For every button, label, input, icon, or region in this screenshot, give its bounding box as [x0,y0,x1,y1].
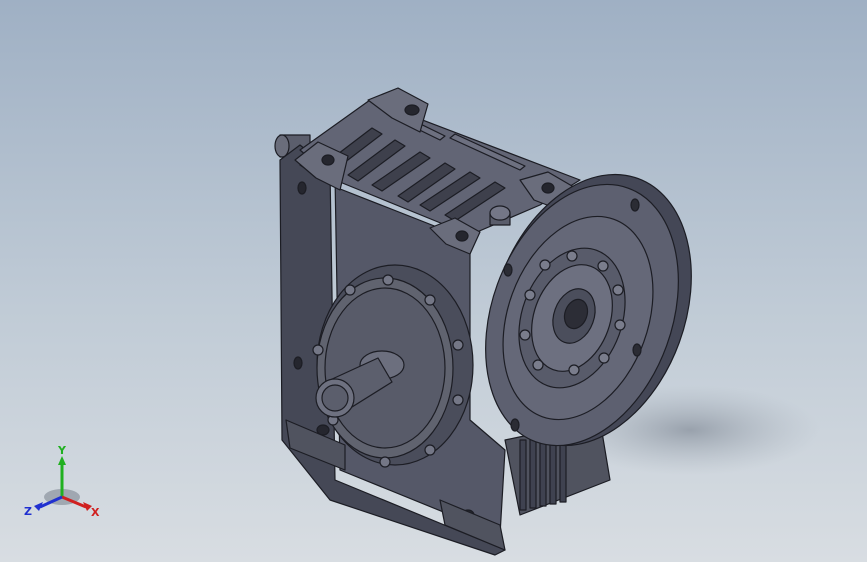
x-axis-label: X [91,506,100,519]
graphics-viewport[interactable]: Y X Z [0,0,867,562]
y-axis-arrow [58,456,66,465]
y-axis-label: Y [57,445,67,457]
vent-plug[interactable] [489,205,511,226]
worm-gearbox-model[interactable] [0,0,867,562]
z-axis-label: Z [24,505,32,518]
orientation-triad: Y X Z [24,445,100,519]
